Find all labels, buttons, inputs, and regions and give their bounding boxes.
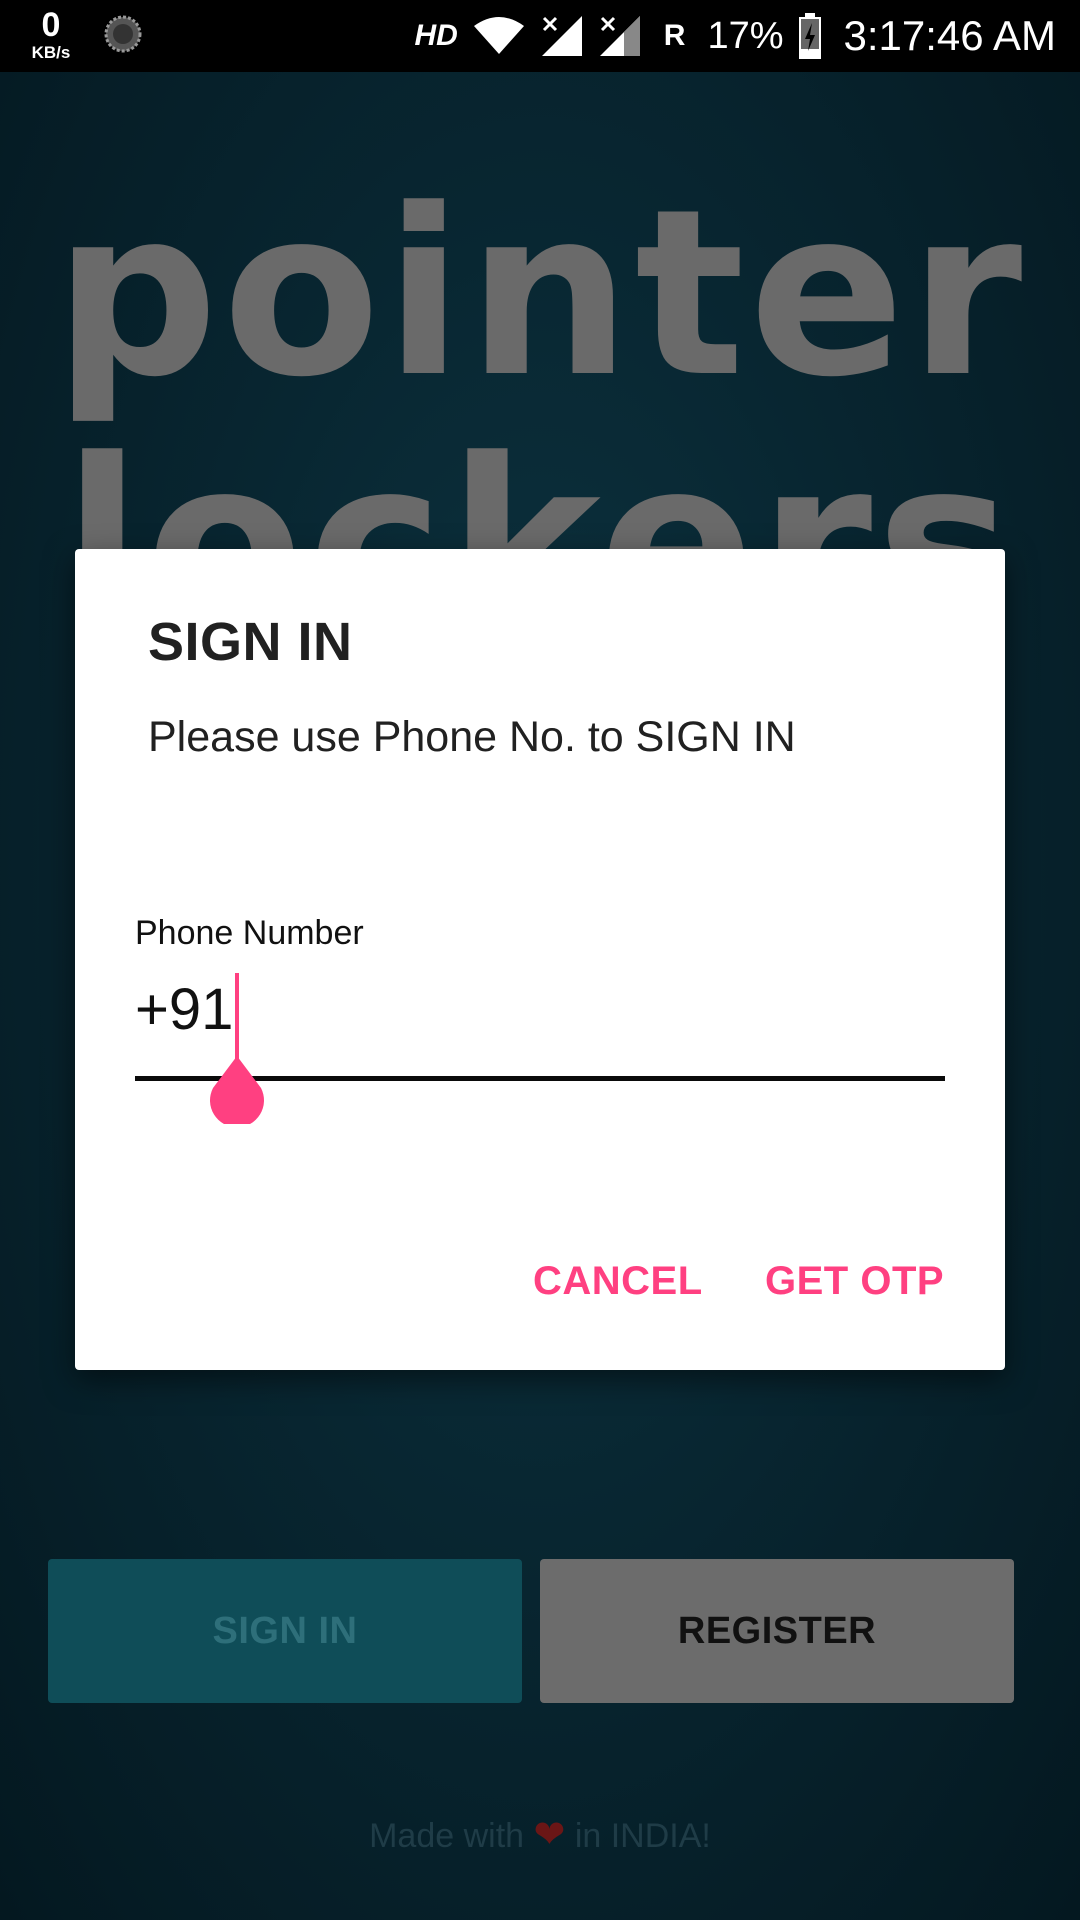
cancel-button[interactable]: CANCEL [533,1259,703,1304]
wifi-icon [473,17,524,54]
roaming-indicator: R [663,19,686,52]
signal-no-data-icon [541,16,582,56]
battery-charging-icon [798,13,821,59]
phone-number-input[interactable]: +91 [135,976,233,1043]
text-cursor [235,973,239,1059]
signal-no-data-icon-2 [599,16,640,56]
hd-voice-indicator: HD [414,19,458,52]
phone-number-label: Phone Number [135,914,364,952]
cursor-handle-icon[interactable] [207,1054,267,1124]
dialog-title: SIGN IN [148,612,353,672]
network-speed-unit: KB/s [31,43,71,62]
sync-icon [104,15,142,53]
network-speed-value: 0 [41,6,61,44]
dialog-message: Please use Phone No. to SIGN IN [148,713,796,761]
get-otp-button[interactable]: GET OTP [765,1259,944,1304]
battery-percent: 17% [707,14,784,57]
clock: 3:17:46 AM [843,12,1056,59]
status-bar: 0 KB/s HD R 17% 3:17:46 AM [0,0,1080,72]
signin-dialog: SIGN IN Please use Phone No. to SIGN IN … [75,549,1005,1370]
network-speed: 0 KB/s [26,8,76,61]
